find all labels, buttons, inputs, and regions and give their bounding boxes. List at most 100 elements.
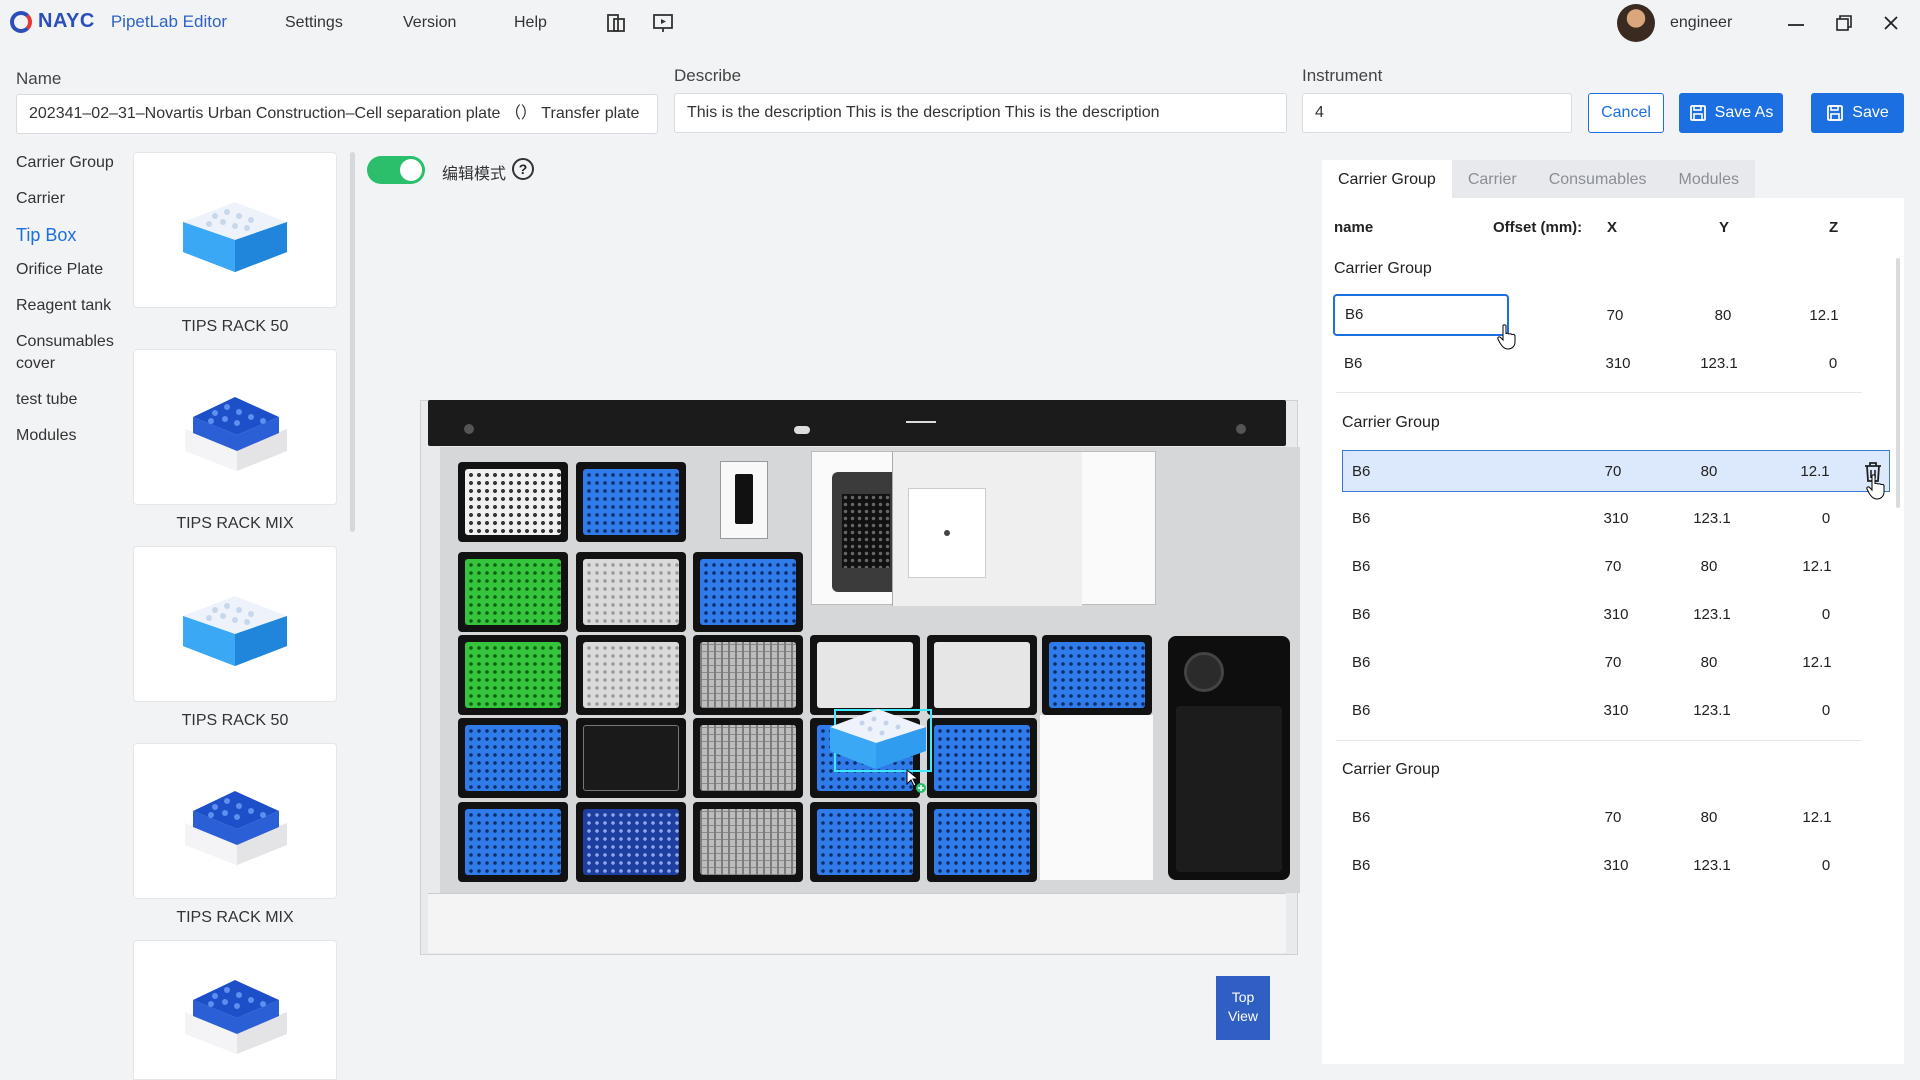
table-row[interactable]: 70 80 12.1 <box>1342 295 1892 337</box>
cell-y: 80 <box>1700 463 1718 480</box>
category-orifice-plate[interactable]: Orifice Plate <box>16 259 103 281</box>
save-label: Save <box>1852 104 1889 121</box>
cell-name: B6 <box>1352 510 1371 527</box>
instrument-input[interactable]: 4 <box>1302 93 1572 133</box>
monitor-play-icon[interactable] <box>652 12 674 34</box>
cell-name: B6 <box>1352 654 1371 671</box>
trash-bin-module[interactable] <box>1168 636 1290 880</box>
deck-slot-a2[interactable] <box>576 462 686 542</box>
table-row[interactable]: B6 310 123.1 0 <box>1342 845 1892 887</box>
panel-scrollbar[interactable] <box>1896 258 1900 508</box>
deck-slot-c2[interactable] <box>576 635 686 715</box>
deck-slot-d2[interactable] <box>576 718 686 798</box>
menu-help[interactable]: Help <box>514 14 547 32</box>
deck-slot-d5[interactable] <box>927 718 1037 798</box>
table-row[interactable]: B6 70 80 12.1 <box>1342 797 1892 839</box>
category-reagent-tank[interactable]: Reagent tank <box>16 295 111 317</box>
logo-text: NAYC <box>38 10 95 32</box>
item-card[interactable] <box>133 940 337 1080</box>
table-row[interactable]: B6 310 123.1 0 <box>1342 594 1892 636</box>
menu-settings[interactable]: Settings <box>285 14 343 32</box>
deck-slot-e4[interactable] <box>810 802 920 882</box>
category-consumables-cover[interactable]: Consumables cover <box>16 331 126 375</box>
deck-slot-d3[interactable] <box>693 718 803 798</box>
group-title: Carrier Group <box>1342 414 1440 431</box>
edit-mode-toggle[interactable] <box>367 156 425 184</box>
username: engineer <box>1670 14 1733 31</box>
app-name: PipetLab Editor <box>110 11 228 31</box>
deck-slot-a1[interactable] <box>458 462 568 542</box>
tab-carrier-group[interactable]: Carrier Group <box>1322 160 1452 200</box>
drag-cursor-icon <box>906 768 926 793</box>
table-row[interactable]: B6 70 80 12.1 <box>1342 642 1892 684</box>
deck-slot-c5[interactable] <box>927 635 1037 715</box>
tab-modules[interactable]: Modules <box>1663 160 1755 200</box>
top-view-line2: View <box>1227 1008 1259 1024</box>
cell-z: 0 <box>1821 606 1831 623</box>
edit-mode-label: 编辑模式 <box>442 166 507 183</box>
deck-slot-b2[interactable] <box>576 552 686 632</box>
close-icon[interactable] <box>1878 10 1904 36</box>
deck-slot-e1[interactable] <box>458 802 568 882</box>
tab-consumables[interactable]: Consumables <box>1533 160 1663 200</box>
deck-slot-e5[interactable] <box>927 802 1037 882</box>
deck-slot-d1[interactable] <box>458 718 568 798</box>
table-row[interactable]: B6 310 123.1 0 <box>1342 498 1892 540</box>
item-card[interactable] <box>133 743 337 899</box>
category-carrier-group[interactable]: Carrier Group <box>16 152 114 174</box>
deck-bottom-rail <box>428 893 1286 953</box>
describe-input[interactable]: This is the description This is the desc… <box>674 93 1287 133</box>
top-view-line1: Top <box>1231 989 1255 1005</box>
table-row[interactable]: B6 310 123.1 0 <box>1342 690 1892 732</box>
tips-rack-mix-icon <box>185 980 287 1054</box>
deck-slot-e3[interactable] <box>693 802 803 882</box>
deck-slot-e2[interactable] <box>576 802 686 882</box>
tab-carrier[interactable]: Carrier <box>1452 160 1533 200</box>
cell-z: 0 <box>1821 702 1831 719</box>
panel-tabs: Carrier Group Carrier Consumables Module… <box>1322 160 1756 200</box>
restore-icon[interactable] <box>1831 10 1857 36</box>
cell-y: 80 <box>1700 558 1718 575</box>
table-row[interactable]: B6 70 80 12.1 <box>1342 546 1892 588</box>
table-row[interactable]: B6 310 123.1 0 <box>1342 343 1892 385</box>
cell-y: 80 <box>1700 654 1718 671</box>
category-carrier[interactable]: Carrier <box>16 188 65 210</box>
dragging-tip-box-icon[interactable] <box>826 703 932 773</box>
cell-x: 310 <box>1603 857 1629 874</box>
reagent-holder-module[interactable] <box>720 461 768 539</box>
group-title: Carrier Group <box>1334 260 1432 277</box>
table-row-selected[interactable]: B6 70 80 12.1 <box>1342 450 1890 492</box>
heater-shaker-module[interactable] <box>811 451 1156 606</box>
deck-slot-c1[interactable] <box>458 635 568 715</box>
item-card[interactable] <box>133 546 337 702</box>
save-button[interactable]: Save <box>1811 93 1904 133</box>
minimize-icon[interactable] <box>1783 10 1809 36</box>
item-card[interactable] <box>133 152 337 308</box>
logo-mark-icon <box>10 10 32 33</box>
menu-version[interactable]: Version <box>403 14 456 32</box>
window-layout-icon[interactable] <box>605 12 627 34</box>
name-label: Name <box>16 69 62 88</box>
deck-slot-b3[interactable] <box>693 552 803 632</box>
save-as-button[interactable]: Save As <box>1679 93 1783 133</box>
user-avatar[interactable] <box>1617 4 1655 42</box>
cell-name: B6 <box>1352 809 1371 826</box>
deck-slot-b1[interactable] <box>458 552 568 632</box>
cell-name: B6 <box>1352 606 1371 623</box>
cell-x: 70 <box>1604 463 1622 480</box>
tips-rack-mix-icon <box>185 397 287 471</box>
save-as-icon <box>1689 105 1706 121</box>
cancel-button[interactable]: Cancel <box>1588 93 1664 133</box>
cell-z: 12.1 <box>1802 558 1832 575</box>
deck-slot-c3[interactable] <box>693 635 803 715</box>
item-list-scrollbar[interactable] <box>350 152 355 532</box>
deck-slot-c6[interactable] <box>1042 635 1152 715</box>
name-input[interactable]: 202341–02–31–Novartis Urban Construction… <box>16 94 658 134</box>
help-icon[interactable]: ? <box>512 158 534 180</box>
category-tip-box[interactable]: Tip Box <box>16 224 76 246</box>
category-test-tube[interactable]: test tube <box>16 389 77 411</box>
cell-z: 12.1 <box>1800 463 1830 480</box>
item-card[interactable] <box>133 349 337 505</box>
top-view-button[interactable]: Top View <box>1216 976 1270 1040</box>
category-modules[interactable]: Modules <box>16 425 76 447</box>
